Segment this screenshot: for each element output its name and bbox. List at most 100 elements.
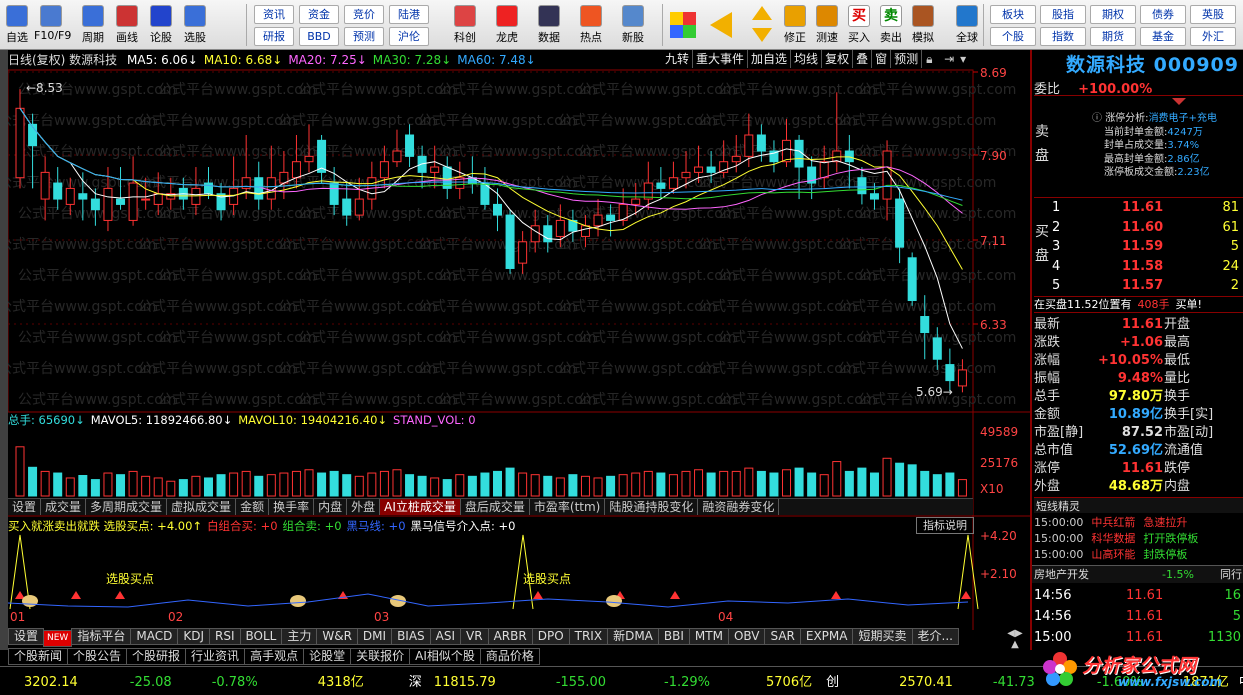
quick-button-0[interactable]: 资讯 (254, 5, 294, 24)
volume-tab-8[interactable]: AI立桩成交量 (380, 499, 461, 515)
indicator-tab-item[interactable]: 指标平台 (71, 628, 132, 645)
indicator-tab-arbr[interactable]: ARBR (487, 628, 533, 645)
indicator-tab-bias[interactable]: BIAS (391, 628, 431, 645)
toolbar-hammer-button[interactable]: 模拟 (906, 3, 940, 48)
volume-tab-12[interactable]: 融资融券变化 (698, 499, 780, 515)
sprite-row[interactable]: 15:00:00 科华数据 打开跌停板 (1034, 531, 1243, 547)
toolbar-pe-button[interactable]: 数据 (532, 3, 566, 48)
quick-button-2[interactable]: 竞价 (344, 5, 384, 24)
down-arrow-icon[interactable] (752, 28, 772, 42)
quick-button-7[interactable]: 沪伦 (389, 27, 429, 46)
bid-row[interactable]: 2 11.60 61 (1052, 218, 1243, 238)
back-arrow-icon[interactable] (710, 12, 732, 38)
indicator-tab-vr[interactable]: VR (460, 628, 489, 645)
short-sprite-title[interactable]: 短线精灵 (1034, 497, 1243, 513)
volume-tab-11[interactable]: 陆股通持股变化 (605, 499, 699, 515)
toolbar-magnifier-chart-button[interactable]: 选股 (178, 3, 212, 48)
news-tab-1[interactable]: 个股公告 (67, 648, 128, 665)
volume-tab-10[interactable]: 市盈率(ttm) (530, 499, 606, 515)
bid-row[interactable]: 5 11.57 2 (1052, 276, 1243, 296)
volume-tab-2[interactable]: 多周期成交量 (86, 499, 168, 515)
indicator-tab-dpo[interactable]: DPO (531, 628, 570, 645)
bid-row[interactable]: 4 11.58 24 (1052, 257, 1243, 277)
sector-row[interactable]: 房地产开发 -1.5% 同行 (1032, 565, 1243, 583)
volume-tab-9[interactable]: 盘后成交量 (461, 499, 530, 515)
color-grid-icon[interactable] (670, 12, 696, 38)
market-button-6[interactable]: 指数 (1040, 27, 1086, 46)
market-button-2[interactable]: 期权 (1090, 5, 1136, 24)
news-tab-3[interactable]: 行业资讯 (185, 648, 246, 665)
indicator-tab-item[interactable]: 主力 (281, 628, 318, 645)
news-tab-6[interactable]: 关联报价 (350, 648, 411, 665)
toolbar-globe-button[interactable]: 全球 (950, 3, 984, 48)
toolbar-buy-button[interactable]: 买买入 (842, 3, 876, 48)
toolbar-sell-button[interactable]: 卖卖出 (874, 3, 908, 48)
volume-tab-0[interactable]: 设置 (8, 499, 42, 515)
quick-button-6[interactable]: 预测 (344, 27, 384, 46)
indicator-tab-trix[interactable]: TRIX (568, 628, 609, 645)
toolbar-button-label: 新股 (622, 31, 644, 44)
indicator-tab-new[interactable]: NEW (43, 630, 73, 647)
indicator-tab-obv[interactable]: OBV (727, 628, 766, 645)
toolbar-ipo-button[interactable]: 新股 (616, 3, 650, 48)
indicator-tab-dma[interactable]: 新DMA (607, 628, 659, 645)
volume-tab-6[interactable]: 内盘 (314, 499, 348, 515)
indicator-tab-item[interactable]: 老介... (911, 628, 959, 645)
indicator-tab-macd[interactable]: MACD (130, 628, 179, 645)
toolbar-flame-button[interactable]: 热点 (574, 3, 608, 48)
indicator-explain-button[interactable]: 指标说明 (916, 517, 974, 534)
quick-button-4[interactable]: 研报 (254, 27, 294, 46)
bid-row[interactable]: 1 11.61 81 (1052, 198, 1243, 218)
collapse-arrow-icon[interactable] (1172, 98, 1186, 105)
market-button-3[interactable]: 债券 (1140, 5, 1186, 24)
indicator-tab-boll[interactable]: BOLL (239, 628, 283, 645)
volume-tab-5[interactable]: 换手率 (269, 499, 315, 515)
toolbar-chat-button[interactable]: 论股 (144, 3, 178, 48)
indicator-tab-rsi[interactable]: RSI (209, 628, 241, 645)
volume-tab-1[interactable]: 成交量 (41, 499, 87, 515)
indicator-tab-item[interactable]: 短期买卖 (852, 628, 913, 645)
market-button-4[interactable]: 英股 (1190, 5, 1236, 24)
toolbar-clock-button[interactable]: 周期 (76, 3, 110, 48)
market-button-0[interactable]: 板块 (990, 5, 1036, 24)
toolbar-pencil-button[interactable]: 画线 (110, 3, 144, 48)
indicator-tab-sar[interactable]: SAR (764, 628, 801, 645)
toolbar-stopwatch-button[interactable]: 测速 (810, 3, 844, 48)
news-tab-5[interactable]: 论股堂 (303, 648, 352, 665)
indicator-tab-expma[interactable]: EXPMA (799, 628, 854, 645)
quick-button-1[interactable]: 资金 (299, 5, 339, 24)
market-button-1[interactable]: 股指 (1040, 5, 1086, 24)
toolbar-chart-button[interactable]: 科创 (448, 3, 482, 48)
indicator-tab-dmi[interactable]: DMI (356, 628, 393, 645)
news-tab-0[interactable]: 个股新闻 (8, 648, 69, 665)
market-button-8[interactable]: 基金 (1140, 27, 1186, 46)
up-arrow-icon[interactable] (752, 6, 772, 20)
indicator-tab-bbi[interactable]: BBI (657, 628, 690, 645)
volume-tab-7[interactable]: 外盘 (347, 499, 381, 515)
volume-tab-3[interactable]: 虚拟成交量 (167, 499, 237, 515)
toolbar-undo-button[interactable]: 修正 (778, 3, 812, 48)
news-tab-8[interactable]: 商品价格 (479, 648, 540, 665)
quick-button-5[interactable]: BBD (299, 27, 339, 46)
indicator-tab-w-r[interactable]: W&R (316, 628, 358, 645)
toolbar-document-button[interactable]: F10/F9 (34, 3, 71, 48)
indicator-tab-asi[interactable]: ASI (429, 628, 462, 645)
toolbar-star-grid-button[interactable]: 自选 (0, 3, 34, 48)
indicator-tab-item[interactable]: 设置 (8, 628, 45, 645)
news-tab-4[interactable]: 高手观点 (244, 648, 305, 665)
market-button-5[interactable]: 个股 (990, 27, 1036, 46)
market-button-9[interactable]: 外汇 (1190, 27, 1236, 46)
indicator-tab-kdj[interactable]: KDJ (177, 628, 210, 645)
volume-tab-4[interactable]: 金额 (236, 499, 270, 515)
kline-chart[interactable]: 公式平台www.gspt.com公式平台www.gspt.com公式平台www.… (8, 50, 1030, 630)
indicator-tab-mtm[interactable]: MTM (688, 628, 729, 645)
bid-row[interactable]: 3 11.59 5 (1052, 237, 1243, 257)
sprite-row[interactable]: 15:00:00 中兵红箭 急速拉升 (1034, 515, 1243, 531)
news-tab-7[interactable]: AI相似个股 (409, 648, 481, 665)
sprite-row[interactable]: 15:00:00 山高环能 封跌停板 (1034, 547, 1243, 563)
quick-button-3[interactable]: 陆港 (389, 5, 429, 24)
news-tab-2[interactable]: 个股研报 (126, 648, 187, 665)
toolbar-dragon-button[interactable]: 龙虎 (490, 3, 524, 48)
scroll-buttons[interactable]: ◀▶ ▲ (1000, 628, 1030, 666)
market-button-7[interactable]: 期货 (1090, 27, 1136, 46)
